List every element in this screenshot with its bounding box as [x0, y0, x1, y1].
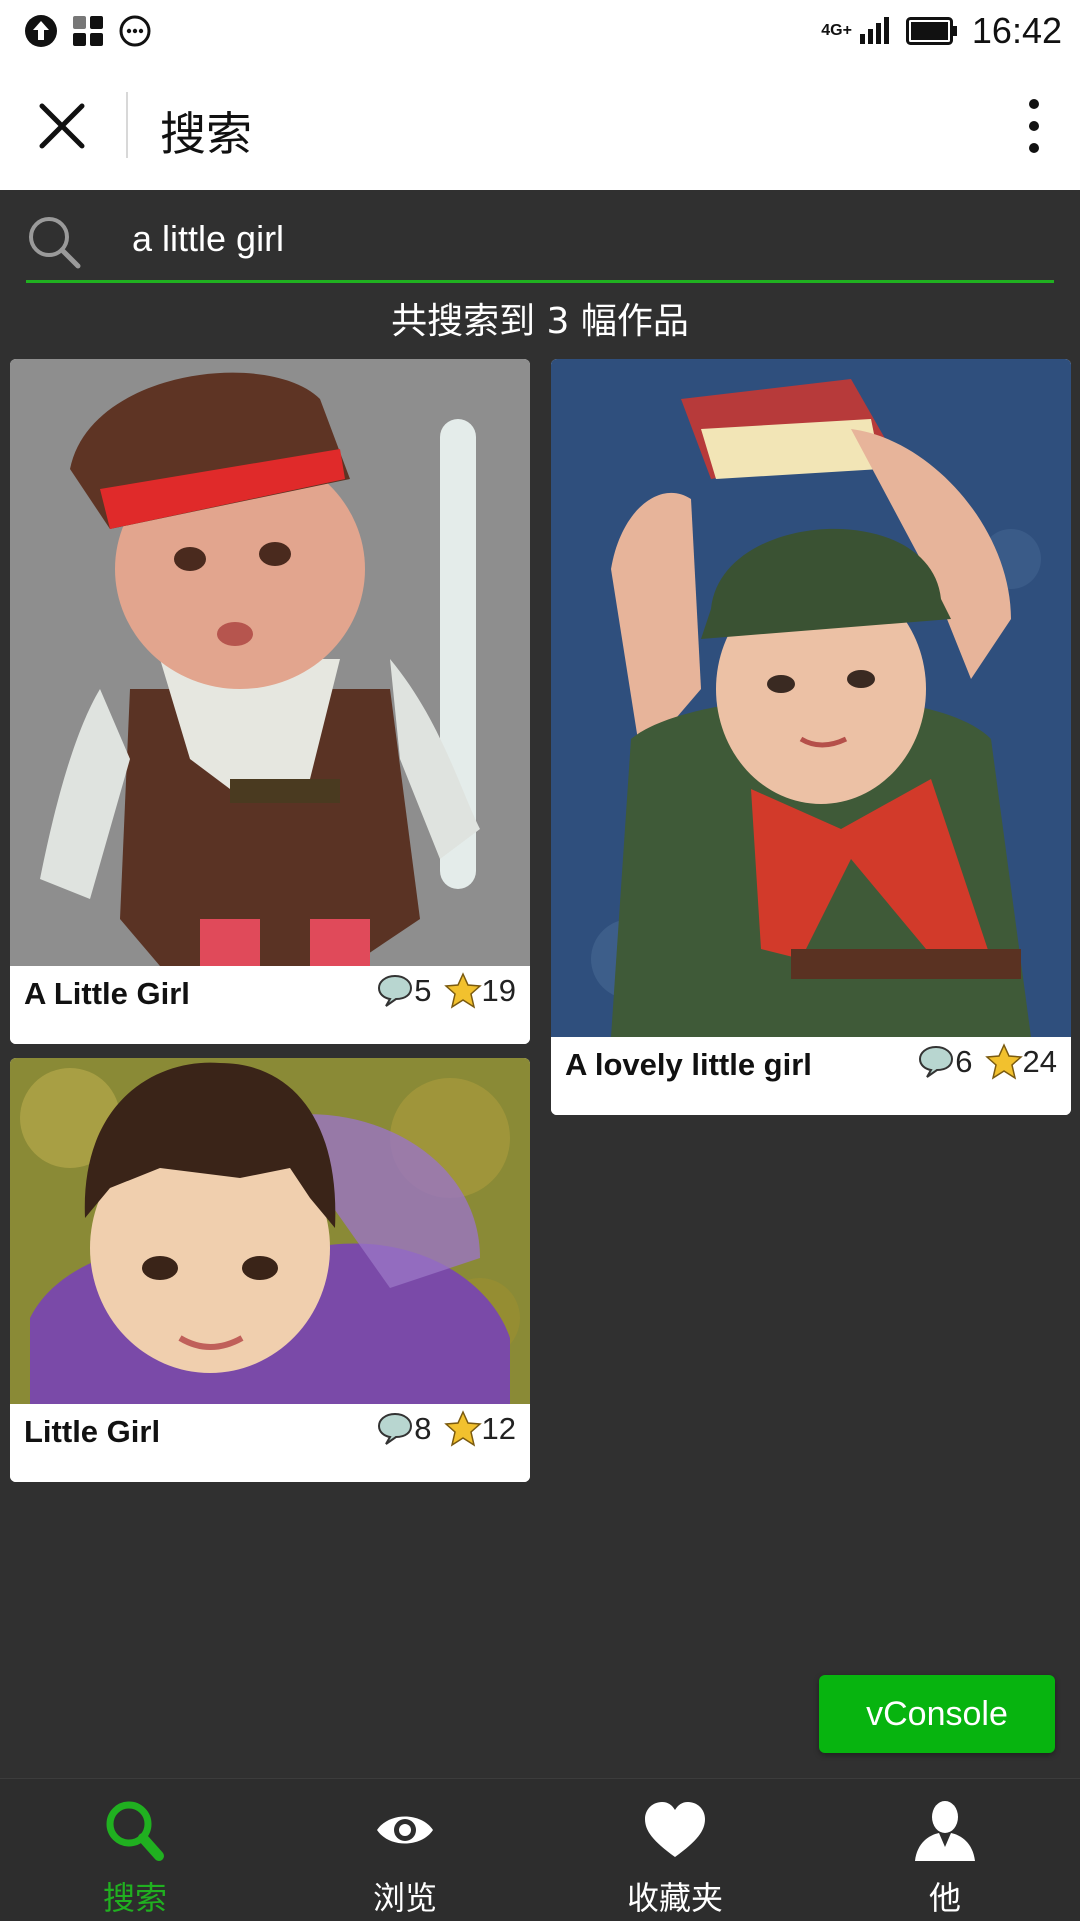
- star-count: 24: [1022, 1044, 1057, 1079]
- card-stats: 5 19: [376, 972, 516, 1010]
- card-title: A Little Girl: [24, 976, 190, 1011]
- artwork-card[interactable]: A lovely little girl 6 24: [551, 359, 1071, 1115]
- apps-grid-icon: [73, 16, 103, 46]
- comment-count: 6: [955, 1044, 973, 1079]
- artwork-image: [10, 359, 530, 966]
- star-count: 19: [481, 973, 516, 1008]
- card-stats: 6 24: [917, 1043, 1057, 1081]
- card-info: Little Girl 8 12: [10, 1404, 530, 1482]
- tab-search[interactable]: 搜索: [0, 1779, 270, 1921]
- comment-icon: [919, 1045, 954, 1078]
- artwork-card[interactable]: A Little Girl 5 19: [10, 359, 530, 1044]
- search-icon: [106, 1801, 164, 1861]
- comment-icon: [378, 974, 413, 1007]
- vconsole-button[interactable]: vConsole: [819, 1675, 1055, 1753]
- card-info: A Little Girl 5 19: [10, 966, 530, 1044]
- star-icon: [443, 972, 482, 1009]
- tab-profile[interactable]: 他: [810, 1779, 1080, 1921]
- title-bar: 搜索: [0, 62, 1080, 190]
- tab-label: 浏览: [372, 1879, 437, 1917]
- artwork-image: [551, 359, 1071, 1037]
- more-menu-button[interactable]: [1014, 96, 1054, 156]
- star-icon: [443, 1410, 482, 1447]
- artwork-card[interactable]: Little Girl 8 12: [10, 1058, 530, 1482]
- card-info: A lovely little girl 6 24: [551, 1037, 1071, 1115]
- search-bar: [0, 190, 1080, 286]
- tab-favorites[interactable]: 收藏夹: [540, 1779, 810, 1921]
- status-notification-icons: [24, 14, 152, 48]
- eye-icon: [377, 1816, 433, 1844]
- person-icon: [915, 1801, 975, 1861]
- comment-count: 8: [414, 1411, 432, 1446]
- star-count: 12: [481, 1411, 516, 1446]
- tab-browse[interactable]: 浏览: [270, 1779, 540, 1921]
- artwork-image: [10, 1058, 530, 1404]
- heart-icon: [645, 1802, 705, 1857]
- search-icon: [29, 217, 81, 269]
- close-icon: [39, 103, 85, 149]
- card-stats: 8 12: [376, 1410, 516, 1448]
- upload-icon: [25, 15, 57, 47]
- search-input[interactable]: [130, 208, 1034, 270]
- page-title: 搜索: [160, 107, 252, 161]
- clock: 16:42: [971, 10, 1062, 51]
- comment-icon: [378, 1412, 413, 1445]
- more-circle-icon: [119, 15, 151, 47]
- tab-label: 他: [928, 1879, 961, 1917]
- search-underline: [26, 280, 1054, 283]
- comment-count: 5: [414, 973, 432, 1008]
- result-count: 共搜索到 3 幅作品: [391, 301, 689, 342]
- tab-label: 收藏夹: [626, 1879, 723, 1917]
- card-title: Little Girl: [24, 1414, 161, 1449]
- signal-icon: [859, 17, 889, 44]
- status-bar: 4G+ 16:42: [0, 0, 1080, 62]
- status-system-icons: 4G+ 16:42: [821, 10, 1062, 52]
- network-type: 4G+: [821, 22, 852, 39]
- tab-label: 搜索: [102, 1879, 167, 1917]
- card-title: A lovely little girl: [565, 1047, 812, 1082]
- battery-icon: [905, 17, 957, 45]
- bottom-tab-bar: 搜索 浏览 收藏夹 他: [0, 1778, 1080, 1921]
- title-divider: [126, 92, 128, 158]
- more-vertical-icon: [1029, 99, 1039, 153]
- star-icon: [984, 1043, 1023, 1080]
- close-button[interactable]: [38, 102, 86, 150]
